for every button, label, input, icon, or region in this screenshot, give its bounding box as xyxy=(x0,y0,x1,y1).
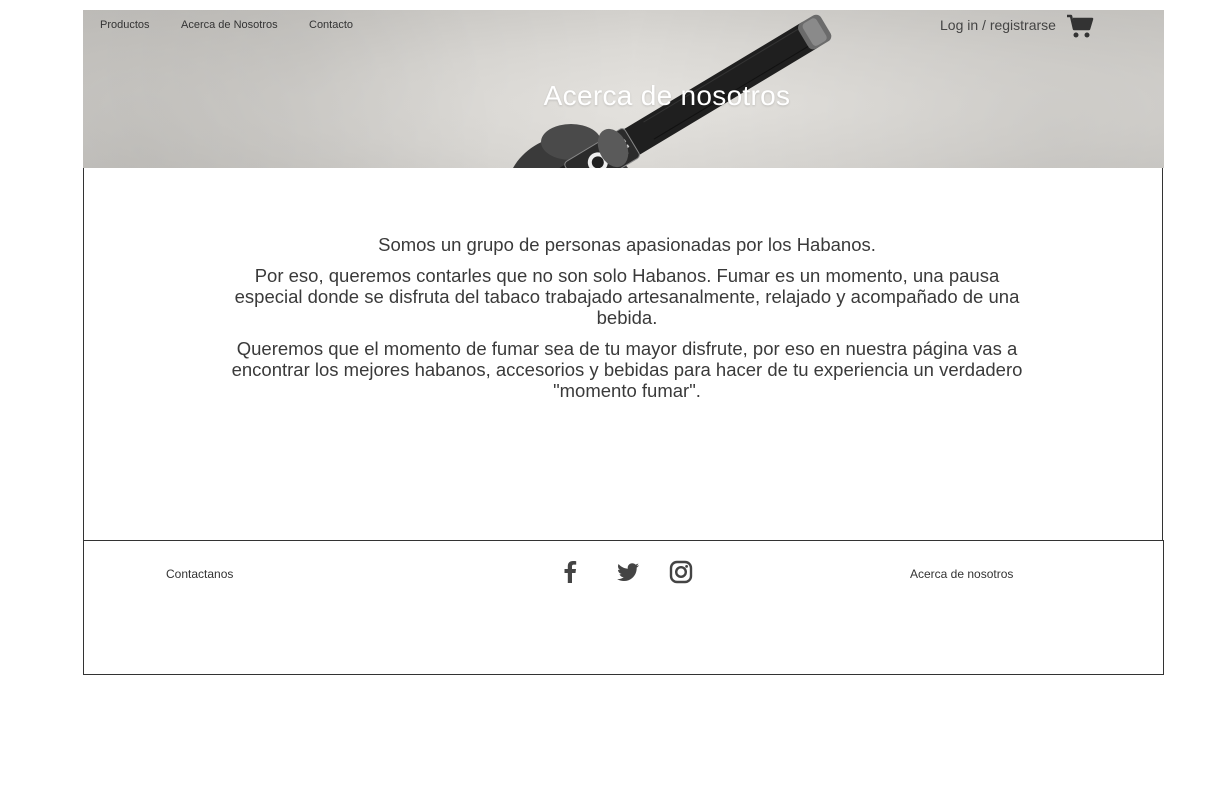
hero-banner: Acerca de nosotros xyxy=(83,10,1164,168)
nav-item-contacto[interactable]: Contacto xyxy=(309,19,353,31)
footer: Contactanos Acerca de nosotros xyxy=(83,540,1164,675)
instagram-icon[interactable] xyxy=(668,559,694,585)
nav-item-productos[interactable]: Productos xyxy=(100,19,150,31)
login-register-link[interactable]: Log in / registrarse xyxy=(940,17,1056,33)
shopping-cart-icon[interactable] xyxy=(1066,13,1094,39)
footer-contact-link[interactable]: Contactanos xyxy=(166,567,233,581)
nav-item-acerca-de-nosotros[interactable]: Acerca de Nosotros xyxy=(181,19,278,31)
page: Acerca de nosotros Productos Acerca de N… xyxy=(0,0,1226,798)
facebook-icon[interactable] xyxy=(557,559,583,585)
about-paragraph: Por eso, queremos contarles que no son s… xyxy=(234,265,1020,328)
footer-about-link[interactable]: Acerca de nosotros xyxy=(910,567,1013,581)
page-title: Acerca de nosotros xyxy=(543,80,791,111)
about-section: Somos un grupo de personas apasionadas p… xyxy=(83,168,1163,540)
about-text: Somos un grupo de personas apasionadas p… xyxy=(224,234,1030,411)
twitter-icon[interactable] xyxy=(615,559,641,585)
about-paragraph: Somos un grupo de personas apasionadas p… xyxy=(378,234,876,255)
about-paragraph: Queremos que el momento de fumar sea de … xyxy=(231,338,1023,401)
